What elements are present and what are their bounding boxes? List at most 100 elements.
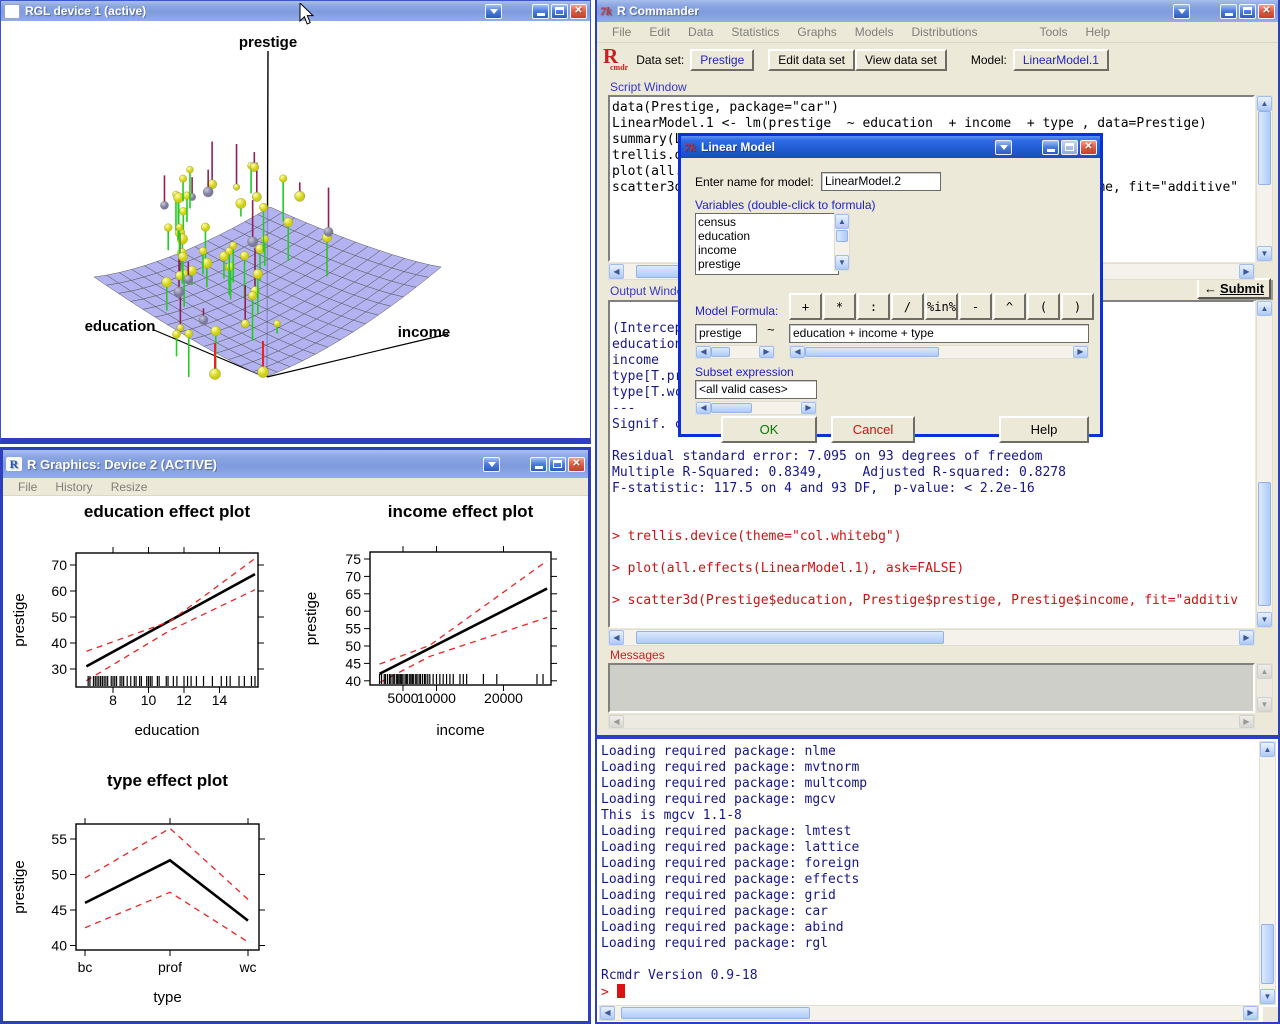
scroll-up-arrow[interactable]: ▲ xyxy=(835,214,849,229)
subset-input[interactable]: <all valid cases> xyxy=(695,380,817,399)
subset-scrollbar[interactable]: ◀▶ xyxy=(695,401,817,415)
edit-dataset-button[interactable]: Edit data set xyxy=(768,49,855,71)
graphics-titlebar[interactable]: R R Graphics: Device 2 (ACTIVE) ✕ xyxy=(3,450,588,478)
commander-menu-distributions[interactable]: Distributions xyxy=(902,24,986,40)
commander-menu-help[interactable]: Help xyxy=(1077,24,1120,40)
rgl-titlebar[interactable]: RGL device 1 (active) ✕ xyxy=(1,1,590,21)
scroll-down-arrow[interactable]: ▼ xyxy=(1257,697,1272,712)
graphics-menu-resize[interactable]: Resize xyxy=(102,479,157,495)
scroll-down-arrow[interactable]: ▼ xyxy=(1257,246,1272,261)
submit-button[interactable]: ←Submit xyxy=(1197,278,1271,299)
scroll-right-arrow[interactable]: ▶ xyxy=(1239,715,1254,728)
scroll-right-arrow[interactable]: ▶ xyxy=(1073,346,1088,358)
operator-button--[interactable]: - xyxy=(959,293,992,320)
resize-grip[interactable] xyxy=(1263,1007,1278,1022)
commander-dropdown-button[interactable] xyxy=(1173,4,1190,19)
console-prompt[interactable]: > xyxy=(601,984,1255,1000)
operator-button-)[interactable]: ) xyxy=(1061,293,1094,320)
messages-vertical-scrollbar[interactable]: ▲▼ xyxy=(1256,663,1273,713)
dialog-maximize-button[interactable] xyxy=(1061,140,1078,155)
view-dataset-button[interactable]: View data set xyxy=(855,49,947,71)
scroll-left-arrow[interactable]: ◀ xyxy=(609,630,624,645)
operator-button-%in%[interactable]: %in% xyxy=(925,293,958,320)
script-vertical-scrollbar[interactable]: ▲▼ xyxy=(1256,95,1273,262)
operator-button-+[interactable]: + xyxy=(789,293,822,320)
scroll-up-arrow[interactable]: ▲ xyxy=(1257,664,1272,679)
commander-menu-data[interactable]: Data xyxy=(679,24,722,40)
dialog-dropdown-button[interactable] xyxy=(995,140,1012,155)
variable-item-education[interactable]: education xyxy=(698,229,836,243)
help-button[interactable]: Help xyxy=(999,416,1089,443)
graphics-close-button[interactable]: ✕ xyxy=(568,457,585,472)
scroll-left-arrow[interactable]: ◀ xyxy=(696,346,711,358)
scroll-left-arrow[interactable]: ◀ xyxy=(790,346,805,358)
rgl-minimize-button[interactable] xyxy=(532,4,549,19)
formula-lhs-input[interactable]: prestige xyxy=(695,324,757,343)
scroll-right-arrow[interactable]: ▶ xyxy=(1239,630,1254,645)
variables-listbox[interactable]: censuseducationincomeprestige xyxy=(695,213,839,275)
model-name-input[interactable]: LinearModel.2 xyxy=(821,172,941,191)
operator-button-*[interactable]: * xyxy=(823,293,856,320)
scroll-thumb[interactable] xyxy=(711,403,752,413)
commander-minimize-button[interactable] xyxy=(1220,4,1237,19)
scroll-thumb[interactable] xyxy=(836,230,848,242)
variable-item-income[interactable]: income xyxy=(698,243,836,257)
scroll-up-arrow[interactable]: ▲ xyxy=(1257,96,1272,111)
graphics-menu-file[interactable]: File xyxy=(9,479,46,495)
dialog-minimize-button[interactable] xyxy=(1042,140,1059,155)
commander-close-button[interactable]: ✕ xyxy=(1258,4,1275,19)
model-button[interactable]: LinearModel.1 xyxy=(1013,49,1109,71)
rhs-scrollbar[interactable]: ◀▶ xyxy=(789,345,1089,359)
operator-button-/[interactable]: / xyxy=(891,293,924,320)
console-vertical-scrollbar[interactable]: ▲▼ xyxy=(1259,741,1276,1005)
commander-menu-edit[interactable]: Edit xyxy=(640,24,679,40)
scroll-thumb[interactable] xyxy=(636,631,944,644)
graphics-maximize-button[interactable] xyxy=(549,457,566,472)
graphics-minimize-button[interactable] xyxy=(530,457,547,472)
commander-menu-tools[interactable]: Tools xyxy=(1030,24,1076,40)
cancel-button[interactable]: Cancel xyxy=(831,416,915,443)
variable-item-census[interactable]: census xyxy=(698,215,836,229)
scroll-thumb[interactable] xyxy=(621,1007,809,1019)
graphics-menu-history[interactable]: History xyxy=(46,479,101,495)
commander-maximize-button[interactable] xyxy=(1239,4,1256,19)
scroll-thumb[interactable] xyxy=(805,347,939,357)
scroll-down-arrow[interactable]: ▼ xyxy=(835,255,849,270)
operator-button-^[interactable]: ^ xyxy=(993,293,1026,320)
dialog-titlebar[interactable]: 7k Linear Model ✕ xyxy=(681,136,1100,158)
console-horizontal-scrollbar[interactable]: ◀▶ xyxy=(599,1005,1259,1021)
scroll-right-arrow[interactable]: ▶ xyxy=(759,346,774,358)
scroll-thumb[interactable] xyxy=(711,347,730,357)
operator-button-:[interactable]: : xyxy=(857,293,890,320)
commander-titlebar[interactable]: 7k R Commander ✕ xyxy=(597,0,1278,22)
ok-button[interactable]: OK xyxy=(721,416,817,443)
scroll-right-arrow[interactable]: ▶ xyxy=(1239,264,1254,279)
output-vertical-scrollbar[interactable]: ▲▼ xyxy=(1256,300,1273,628)
scroll-left-arrow[interactable]: ◀ xyxy=(609,264,624,279)
scroll-left-arrow[interactable]: ◀ xyxy=(609,715,624,728)
dataset-button[interactable]: Prestige xyxy=(690,49,754,71)
variables-scrollbar[interactable]: ▲▼ xyxy=(834,213,850,271)
scroll-right-arrow[interactable]: ▶ xyxy=(801,402,816,414)
operator-button-([interactable]: ( xyxy=(1027,293,1060,320)
rgl-close-button[interactable]: ✕ xyxy=(570,4,587,19)
rgl-dropdown-button[interactable] xyxy=(485,4,502,19)
scroll-thumb[interactable] xyxy=(1258,111,1271,185)
scroll-left-arrow[interactable]: ◀ xyxy=(600,1006,615,1020)
scroll-left-arrow[interactable]: ◀ xyxy=(696,402,711,414)
scroll-down-arrow[interactable]: ▼ xyxy=(1260,989,1275,1004)
output-horizontal-scrollbar[interactable]: ◀▶ xyxy=(608,629,1255,646)
scroll-up-arrow[interactable]: ▲ xyxy=(1260,742,1275,757)
variable-item-prestige[interactable]: prestige xyxy=(698,257,836,271)
commander-menu-file[interactable]: File xyxy=(603,24,640,40)
scroll-down-arrow[interactable]: ▼ xyxy=(1257,612,1272,627)
graphics-dropdown-button[interactable] xyxy=(483,457,500,472)
scroll-up-arrow[interactable]: ▲ xyxy=(1257,301,1272,316)
scroll-thumb[interactable] xyxy=(1261,924,1274,984)
scroll-right-arrow[interactable]: ▶ xyxy=(1243,1006,1258,1020)
console-text[interactable]: Loading required package: nlmeLoading re… xyxy=(599,741,1257,1004)
rgl-3d-scatterplot[interactable]: prestigeeducationincome xyxy=(1,21,590,438)
commander-menu-graphs[interactable]: Graphs xyxy=(788,24,845,40)
messages-box[interactable] xyxy=(608,663,1255,713)
dialog-close-button[interactable]: ✕ xyxy=(1080,140,1097,155)
